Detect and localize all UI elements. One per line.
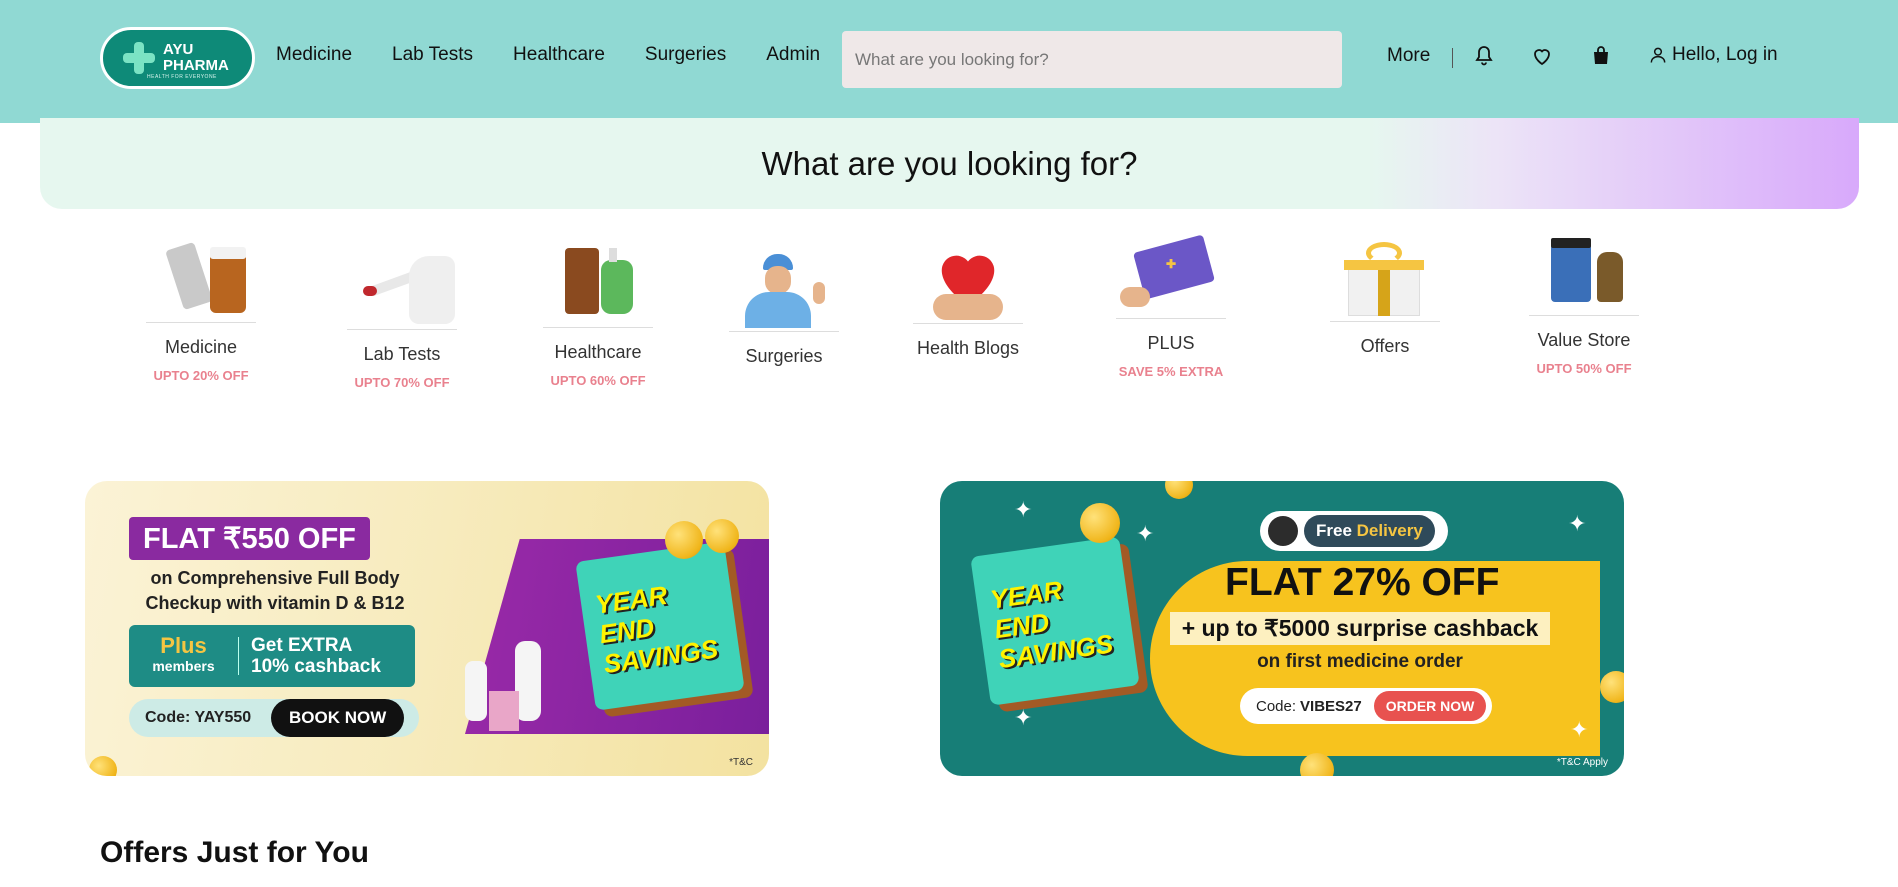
category-label: Value Store <box>1537 330 1631 350</box>
nav-healthcare[interactable]: Healthcare <box>513 44 605 66</box>
header-divider <box>1452 48 1453 68</box>
coin-icon <box>1600 671 1624 703</box>
category-offer: SAVE 5% EXTRA <box>1118 364 1224 379</box>
more-menu[interactable]: More <box>1387 45 1430 67</box>
wishlist-heart-icon[interactable] <box>1530 44 1554 68</box>
main-nav: Medicine Lab Tests Healthcare Surgeries … <box>276 44 820 66</box>
sparkle-icon: ✦ <box>1568 511 1587 536</box>
coin-icon <box>705 519 739 553</box>
category-label: Lab Tests <box>363 344 441 364</box>
terms-note: *T&C <box>729 757 753 768</box>
logo-line2: PHARMA <box>163 57 229 74</box>
promo-description: on Comprehensive Full Body Checkup with … <box>145 568 405 613</box>
terms-note: *T&C Apply <box>1556 757 1608 768</box>
logo-tagline: HEALTH FOR EVERYONE <box>147 74 217 80</box>
healthcare-image <box>543 246 653 328</box>
coin-icon <box>1080 503 1120 543</box>
banner-title: What are you looking for? <box>761 144 1138 182</box>
medicine-image <box>146 241 256 323</box>
plus-cashback-box: Plus members Get EXTRA 10% cashback <box>129 625 415 687</box>
promo-flat-off: FLAT 27% OFF <box>1225 561 1500 604</box>
nav-medicine[interactable]: Medicine <box>276 44 352 66</box>
gift-image <box>1330 240 1440 322</box>
promo-card-first-medicine-order[interactable]: Free Delivery FLAT 27% OFF + up to ₹5000… <box>940 481 1624 776</box>
category-offers[interactable]: Offers <box>1315 240 1455 357</box>
offers-section-title: Offers Just for You <box>100 836 369 869</box>
category-offer: UPTO 20% OFF <box>153 368 249 383</box>
promo-code: VIBES27 <box>1300 697 1362 715</box>
coin-icon <box>1165 481 1193 499</box>
login-button[interactable]: Hello, Log in <box>1648 44 1778 66</box>
health-blogs-image <box>913 242 1023 324</box>
year-end-savings-calendar: YEAR END SAVINGS <box>970 536 1140 706</box>
delivery-scooter-icon <box>1268 516 1298 546</box>
free-delivery-pill: Free Delivery <box>1260 511 1448 551</box>
top-header: AYU PHARMA HEALTH FOR EVERYONE Medicine … <box>0 0 1898 123</box>
promo-first-order: on first medicine order <box>1257 651 1463 672</box>
brand-logo[interactable]: AYU PHARMA HEALTH FOR EVERYONE <box>100 27 255 89</box>
book-now-button[interactable]: BOOK NOW <box>271 699 405 737</box>
nav-admin[interactable]: Admin <box>766 44 820 66</box>
category-label: Medicine <box>164 337 238 357</box>
lab-test-image <box>347 248 457 330</box>
value-store-image <box>1529 234 1639 316</box>
category-label: Offers <box>1360 336 1410 356</box>
category-surgeries[interactable]: Surgeries <box>714 250 854 367</box>
doctor-illustration <box>455 601 555 741</box>
category-health-blogs[interactable]: Health Blogs <box>898 242 1038 359</box>
promo-code-bar: Code: VIBES27 ORDER NOW <box>1240 688 1492 724</box>
promo-code-bar: Code: YAY550 BOOK NOW <box>129 699 419 737</box>
sparkle-icon: ✦ <box>1136 521 1155 546</box>
plus-word: Plus <box>160 633 207 658</box>
notification-bell-icon[interactable] <box>1472 44 1496 68</box>
category-label: Health Blogs <box>916 338 1020 358</box>
looking-for-banner: What are you looking for? <box>40 118 1859 209</box>
category-label: Healthcare <box>554 342 642 362</box>
sparkle-icon: ✦ <box>1570 717 1589 742</box>
category-offer: UPTO 70% OFF <box>354 375 450 390</box>
logo-cross-icon <box>123 42 155 74</box>
cart-bag-icon[interactable] <box>1589 44 1613 68</box>
coin-icon <box>89 756 117 776</box>
sparkle-icon: ✦ <box>1014 705 1033 730</box>
nav-lab-tests[interactable]: Lab Tests <box>392 44 473 66</box>
logo-line1: AYU <box>163 41 194 58</box>
category-offer: UPTO 60% OFF <box>550 373 646 388</box>
year-end-savings-calendar: YEAR END SAVINGS <box>575 541 745 711</box>
plus-members: members <box>152 658 215 674</box>
category-medicine[interactable]: Medicine UPTO 20% OFF <box>131 241 271 383</box>
promo-flat-off: FLAT ₹550 OFF <box>129 517 370 560</box>
category-value-store[interactable]: Value Store UPTO 50% OFF <box>1514 234 1654 376</box>
category-plus[interactable]: ✚ PLUS SAVE 5% EXTRA <box>1101 234 1241 379</box>
category-label: Surgeries <box>745 346 823 366</box>
promo-card-full-body-checkup[interactable]: FLAT ₹550 OFF on Comprehensive Full Body… <box>85 481 769 776</box>
search-input[interactable] <box>842 31 1342 88</box>
plus-card-image: ✚ <box>1116 234 1226 319</box>
login-label: Hello, Log in <box>1672 44 1778 65</box>
nav-surgeries[interactable]: Surgeries <box>645 44 726 66</box>
order-now-button[interactable]: ORDER NOW <box>1373 691 1487 721</box>
promo-code: Code: YAY550 <box>145 709 252 726</box>
surgeon-image <box>729 250 839 332</box>
category-label: PLUS <box>1147 333 1195 353</box>
category-healthcare[interactable]: Healthcare UPTO 60% OFF <box>528 246 668 388</box>
sparkle-icon: ✦ <box>1014 497 1033 522</box>
user-icon <box>1650 47 1666 63</box>
coin-icon <box>665 521 703 559</box>
category-offer: UPTO 50% OFF <box>1536 361 1632 376</box>
coin-icon <box>1300 753 1334 776</box>
category-lab-tests[interactable]: Lab Tests UPTO 70% OFF <box>332 248 472 390</box>
promo-cashback: + up to ₹5000 surprise cashback <box>1170 612 1550 645</box>
